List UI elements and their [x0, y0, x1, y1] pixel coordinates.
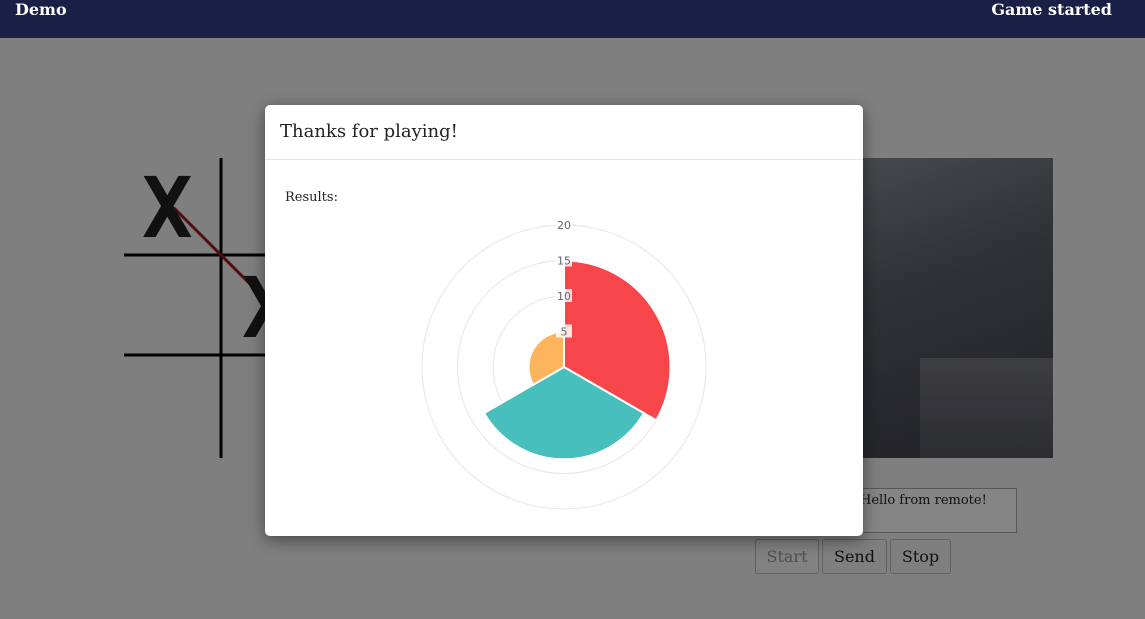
navbar: Demo Game started — [0, 0, 1145, 38]
tick-label-2: 15 — [557, 255, 571, 268]
game-status: Game started — [991, 0, 1112, 19]
tick-label-0: 5 — [561, 326, 568, 339]
tick-label-3: 20 — [557, 219, 571, 232]
results-polar-chart: 5 10 15 20 — [421, 218, 707, 510]
results-modal: Thanks for playing! Results: 5 10 15 20 — [265, 105, 863, 536]
modal-title: Thanks for playing! — [265, 105, 863, 160]
brand-link[interactable]: Demo — [15, 0, 67, 20]
tick-label-1: 10 — [557, 290, 571, 303]
